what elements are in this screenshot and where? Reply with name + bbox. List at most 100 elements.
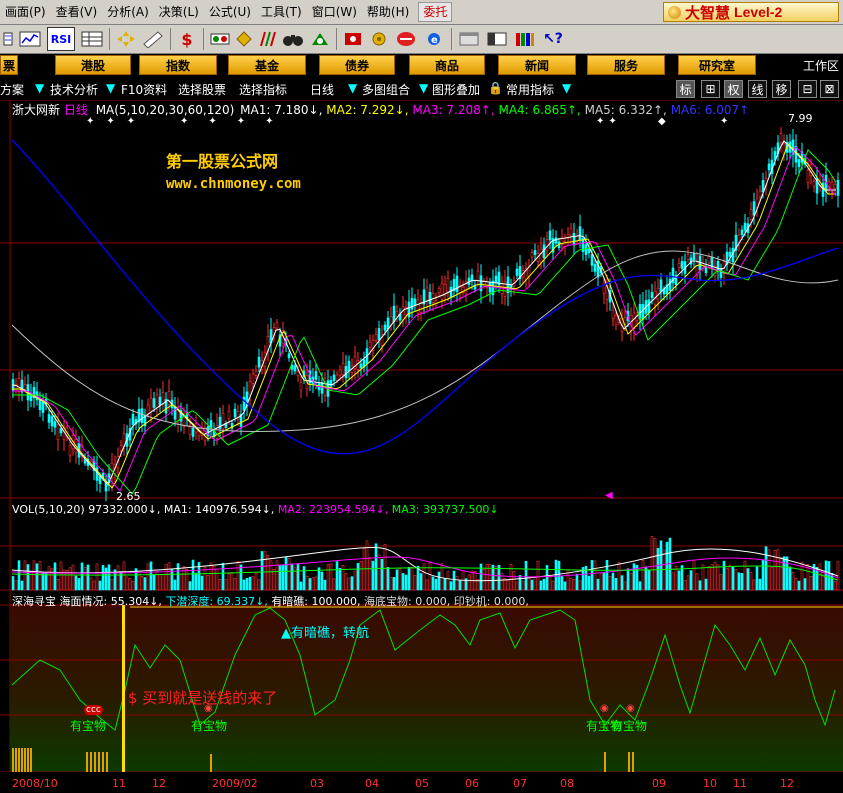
binoculars-icon[interactable] <box>282 28 304 50</box>
volume-bar <box>593 560 597 591</box>
period-menu[interactable]: 日线 <box>310 81 334 98</box>
select-indicator-menu[interactable]: 选择指标 <box>239 81 287 98</box>
diamond-icon[interactable] <box>236 28 252 50</box>
workzone-label[interactable]: 工作区 <box>803 57 839 74</box>
volume-bar <box>302 566 306 591</box>
volume-bar <box>749 572 753 591</box>
dollar-icon[interactable]: $ <box>177 28 197 50</box>
x-axis-label: 12 <box>780 777 794 790</box>
nav-commodity[interactable]: 商品 <box>409 55 485 75</box>
volume-bar <box>548 576 552 591</box>
mark-toggle[interactable]: 标 <box>676 80 695 98</box>
grid-toggle[interactable]: ⊞ <box>701 80 720 98</box>
candle-body <box>836 179 840 196</box>
kline-chart-area[interactable] <box>0 100 843 793</box>
volume-bar <box>380 558 384 591</box>
menu-decision[interactable]: 决策(L) <box>154 0 204 24</box>
rights-toggle[interactable]: 权 <box>724 80 743 98</box>
nav-service[interactable]: 服务 <box>587 55 665 75</box>
nav-stocks-stub[interactable]: 票 <box>0 55 18 75</box>
globe-icon[interactable] <box>395 28 417 50</box>
overlay-menu[interactable]: 图形叠加 <box>432 81 480 98</box>
list-icon[interactable] <box>3 28 13 50</box>
rsi-icon[interactable]: RSI <box>47 27 75 51</box>
multi-chart-menu[interactable]: 多图组合 <box>362 81 410 98</box>
zoom-in-button[interactable]: ⊠ <box>820 80 839 98</box>
printer-value: 印钞机: 0.000, <box>453 595 529 608</box>
move-icon[interactable] <box>116 28 136 50</box>
volume-bar <box>698 580 702 591</box>
volume-bar <box>260 551 264 591</box>
candle-body <box>752 201 756 216</box>
candle-body <box>749 209 753 220</box>
layout-icon[interactable] <box>486 28 508 50</box>
stamp-icon[interactable] <box>310 28 330 50</box>
candle-body <box>407 301 411 318</box>
zoom-out-button[interactable]: ⊟ <box>798 80 817 98</box>
volume-bar <box>590 560 594 591</box>
plan-menu[interactable]: 方案 <box>0 81 24 98</box>
help-icon[interactable]: ↖? <box>542 28 564 50</box>
volume-bar <box>317 567 321 591</box>
refresh-icon[interactable] <box>343 28 363 50</box>
weituo-button[interactable]: 委托 <box>418 2 453 22</box>
books-icon[interactable] <box>514 28 536 50</box>
gear-icon[interactable] <box>369 28 389 50</box>
menu-tools[interactable]: 工具(T) <box>256 0 307 24</box>
volume-bar <box>350 576 354 591</box>
ma1-value: MA1: 7.180↓, <box>240 103 323 117</box>
ie-icon[interactable]: e <box>423 28 445 50</box>
candle-body <box>38 399 42 410</box>
nav-hk-stocks[interactable]: 港股 <box>55 55 131 75</box>
volume-bar <box>722 560 726 591</box>
nav-lab[interactable]: 研究室 <box>678 55 756 75</box>
bars-icon[interactable] <box>258 28 276 50</box>
ruler-icon[interactable] <box>142 28 164 50</box>
window-icon[interactable] <box>458 28 480 50</box>
volume-header: VOL(5,10,20) 97332.000↓, MA1: 140976.594… <box>12 503 499 516</box>
candle-body <box>437 288 441 293</box>
menu-picture[interactable]: 画面(P) <box>0 0 51 24</box>
volume-bar <box>185 569 189 591</box>
candle-body <box>374 334 378 341</box>
volume-bar <box>704 578 708 591</box>
volume-bar <box>539 580 543 591</box>
candle-body <box>533 250 537 255</box>
volume-bar <box>83 567 87 591</box>
volume-bar <box>599 572 603 591</box>
nav-bond[interactable]: 债券 <box>319 55 395 75</box>
common-indicator-menu[interactable]: 常用指标 <box>506 81 554 98</box>
candle-body <box>797 159 801 168</box>
tech-analysis-menu[interactable]: 技术分析 <box>50 81 98 98</box>
line-toggle[interactable]: 线 <box>748 80 767 98</box>
menu-help[interactable]: 帮助(H) <box>362 0 414 24</box>
candle-body <box>41 400 45 413</box>
volume-bar <box>257 579 261 591</box>
menu-view[interactable]: 查看(V) <box>51 0 103 24</box>
volume-bar <box>311 577 315 591</box>
volume-bar <box>809 575 813 591</box>
candle-body <box>401 306 405 321</box>
nav-news[interactable]: 新闻 <box>498 55 576 75</box>
volume-bar <box>86 564 90 591</box>
signal-markers: ✦ <box>720 116 729 127</box>
volume-bar <box>641 559 645 591</box>
toolbar-separator <box>336 28 337 50</box>
move-toggle[interactable]: 移 <box>772 80 791 98</box>
menu-formula[interactable]: 公式(U) <box>204 0 256 24</box>
menu-window[interactable]: 窗口(W) <box>307 0 362 24</box>
tape-icon[interactable] <box>210 28 230 50</box>
select-stock-menu[interactable]: 选择股票 <box>178 81 226 98</box>
volume-bar <box>356 562 360 591</box>
volume-bar <box>449 581 453 591</box>
candle-body <box>383 324 387 331</box>
f10-menu[interactable]: F10资料 <box>121 81 167 98</box>
nav-fund[interactable]: 基金 <box>228 55 306 75</box>
nav-index[interactable]: 指数 <box>139 55 217 75</box>
volume-bar <box>689 570 693 591</box>
volume-bar <box>26 564 30 591</box>
volume-bar <box>587 575 591 591</box>
menu-analysis[interactable]: 分析(A) <box>102 0 154 24</box>
table-icon[interactable] <box>81 28 103 50</box>
kline-icon[interactable] <box>19 28 41 50</box>
